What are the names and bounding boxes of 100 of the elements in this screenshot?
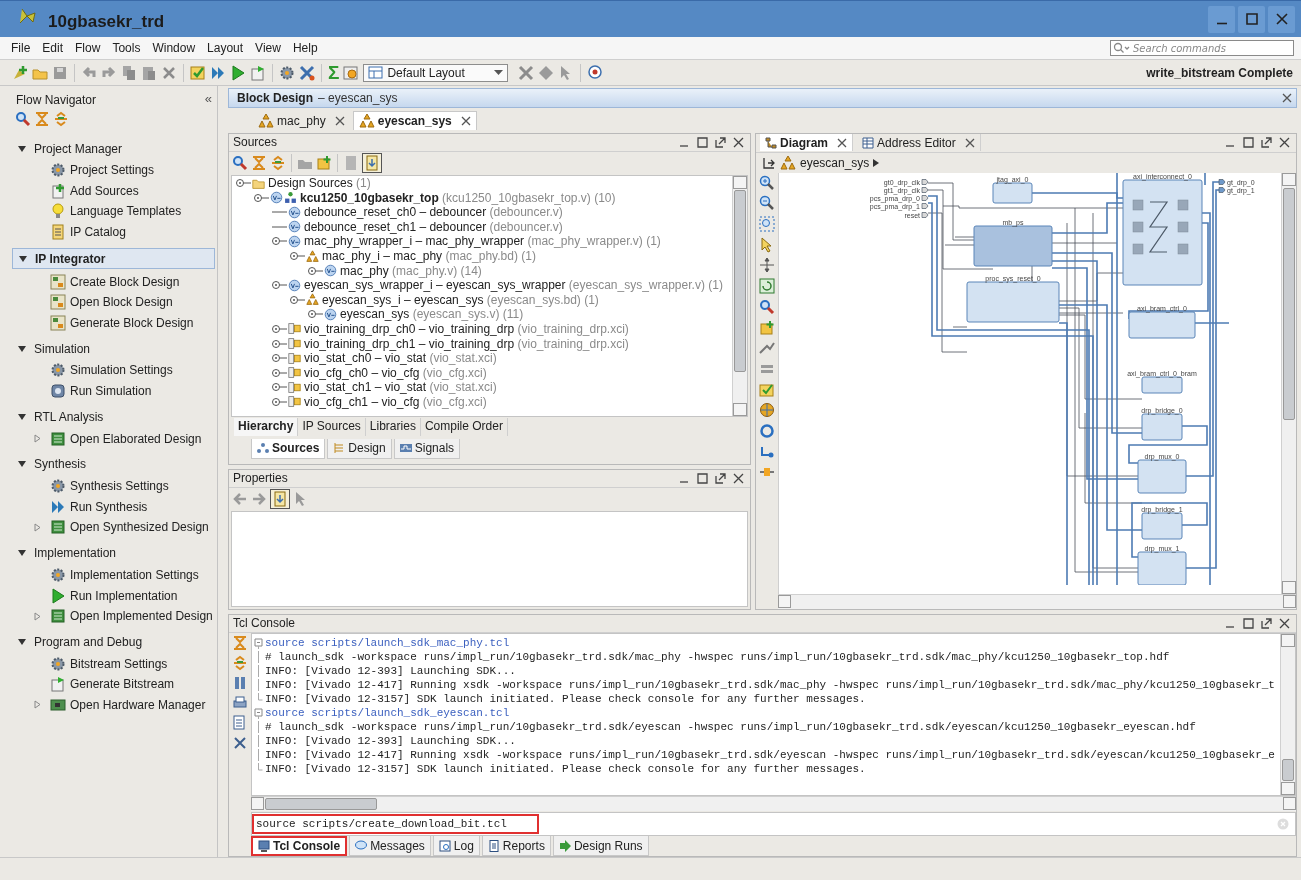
- scroll-button[interactable]: [1282, 172, 1296, 186]
- scroll-thumb[interactable]: [1283, 187, 1295, 420]
- crossed-tool-icon[interactable]: [518, 64, 535, 81]
- panel-tab[interactable]: Design: [327, 438, 392, 459]
- hierarchy-up-icon[interactable]: [762, 155, 776, 170]
- scroll-button[interactable]: [778, 594, 791, 608]
- ip-block[interactable]: [1141, 376, 1183, 394]
- close-icon[interactable]: [460, 115, 471, 126]
- collapse-toggle-icon[interactable]: [235, 177, 251, 190]
- tree-item[interactable]: vio_stat_ch1 – vio_stat (vio_stat.xci): [304, 380, 497, 395]
- copy-icon[interactable]: [121, 64, 137, 81]
- expand-all-icon[interactable]: [34, 111, 50, 127]
- diamond-icon[interactable]: [538, 64, 555, 81]
- expand-toggle-icon[interactable]: [271, 395, 287, 408]
- flow-navigator-item[interactable]: Simulation Settings: [70, 363, 173, 378]
- play-icon[interactable]: [230, 64, 246, 81]
- settings-icon[interactable]: [343, 64, 360, 81]
- console-tab[interactable]: Log: [432, 836, 480, 856]
- search-icon[interactable]: [759, 298, 775, 315]
- expand-toggle-icon[interactable]: [271, 337, 287, 350]
- flow-navigator-item[interactable]: Add Sources: [70, 183, 139, 198]
- close-icon[interactable]: [334, 115, 345, 126]
- expand-toggle-icon[interactable]: [271, 366, 287, 379]
- scrollbar[interactable]: [732, 175, 747, 416]
- collapse-toggle-icon[interactable]: [271, 279, 287, 292]
- menu-item[interactable]: Layout: [207, 41, 244, 55]
- close-icon[interactable]: [1282, 92, 1292, 103]
- pause-icon[interactable]: [232, 674, 248, 691]
- zoom-fit-icon[interactable]: [759, 216, 775, 233]
- tree-item[interactable]: kcu1250_10gbasekr_top (kcu1250_10gbasekr_top.v) (10): [300, 190, 616, 205]
- close-icon[interactable]: [733, 136, 744, 148]
- close-icon[interactable]: [1279, 137, 1290, 149]
- collapse-all-icon[interactable]: [53, 111, 69, 127]
- speech-bubble-icon[interactable]: [587, 64, 604, 81]
- collapse-toggle-icon[interactable]: [289, 250, 305, 262]
- section-header[interactable]: Project Manager: [12, 139, 215, 158]
- close-icon[interactable]: [964, 137, 975, 148]
- layout-dropdown[interactable]: Default Layout: [363, 63, 509, 82]
- breadcrumb-link[interactable]: eyescan_sys: [800, 155, 870, 170]
- tree-item[interactable]: debounce_reset_ch1 – debouncer (debouncer.v): [304, 219, 563, 234]
- flow-navigator-item[interactable]: Implementation Settings: [70, 568, 199, 582]
- ip-block[interactable]: [1122, 179, 1203, 286]
- float-icon[interactable]: [1261, 617, 1272, 629]
- command-input[interactable]: source scripts/create_download_bit.tcl: [252, 814, 539, 834]
- document-tab[interactable]: eyescan_sys: [352, 110, 477, 130]
- expand-arrow-icon[interactable]: [34, 700, 41, 710]
- add-ip-icon[interactable]: [759, 319, 775, 336]
- tree-item[interactable]: mac_phy_wrapper_i – mac_phy_wrapper (mac_phy_wrapper.v) (1): [304, 234, 661, 249]
- tree-item[interactable]: eyescan_sys_wrapper_i – eyescan_sys_wrapper (eyescan_sys_wrapper.v) (1): [304, 278, 723, 293]
- console-tab[interactable]: Reports: [481, 836, 551, 856]
- zoom-in-icon[interactable]: [759, 174, 775, 191]
- globe-icon[interactable]: [759, 402, 775, 419]
- view-tab[interactable]: Libraries: [365, 417, 421, 436]
- scroll-button[interactable]: [1281, 782, 1295, 795]
- collapse-all-icon[interactable]: [232, 654, 248, 671]
- toggle-button[interactable]: [362, 153, 382, 174]
- zoom-out-icon[interactable]: [759, 195, 775, 212]
- tree-item[interactable]: debounce_reset_ch0 – debouncer (debouncer.v): [304, 205, 563, 220]
- new-project-icon[interactable]: [12, 64, 28, 81]
- ip-block[interactable]: [1128, 311, 1196, 339]
- checklist-icon[interactable]: [190, 64, 206, 81]
- section-header[interactable]: Implementation: [12, 543, 215, 563]
- menu-item[interactable]: Edit: [42, 41, 64, 55]
- flow-navigator-item[interactable]: Open Elaborated Design: [70, 431, 202, 446]
- tree-item[interactable]: Design Sources (1): [268, 176, 371, 191]
- tree-item[interactable]: vio_stat_ch0 – vio_stat (vio_stat.xci): [304, 351, 497, 366]
- menu-item[interactable]: Help: [292, 41, 318, 55]
- tree-item[interactable]: mac_phy_i – mac_phy (mac_phy.bd) (1): [322, 249, 536, 263]
- ip-block[interactable]: [1141, 512, 1183, 540]
- view-tab[interactable]: Hierarchy: [234, 417, 299, 436]
- refresh-icon[interactable]: [759, 278, 775, 295]
- expand-all-icon[interactable]: [251, 155, 267, 172]
- delete-icon[interactable]: [161, 64, 177, 81]
- collapse-toggle-icon[interactable]: [253, 191, 269, 204]
- document-icon[interactable]: [232, 714, 248, 731]
- close-icon[interactable]: [733, 472, 744, 484]
- collapse-arrow-icon[interactable]: [18, 144, 26, 153]
- validate-icon[interactable]: [759, 381, 775, 398]
- scroll-button[interactable]: [251, 797, 264, 810]
- menu-item[interactable]: Window: [152, 41, 196, 55]
- tree-item[interactable]: vio_training_drp_ch1 – vio_training_drp (vio_training_drp.xci): [304, 336, 629, 351]
- collapse-all-icon[interactable]: [270, 155, 286, 172]
- expand-toggle-icon[interactable]: [271, 322, 287, 335]
- tree-item[interactable]: eyescan_sys_i – eyescan_sys (eyescan_sys.bd) (1): [322, 292, 599, 307]
- paste-icon[interactable]: [141, 64, 157, 81]
- scroll-thumb[interactable]: [265, 798, 377, 810]
- fold-icon[interactable]: [254, 707, 263, 720]
- maximize-icon[interactable]: [697, 136, 708, 148]
- expand-arrow-icon[interactable]: [34, 434, 41, 444]
- expand-toggle-icon[interactable]: [307, 264, 323, 277]
- expand-arrow-icon[interactable]: [34, 522, 41, 532]
- collapse-toggle-icon[interactable]: [271, 235, 287, 248]
- close-button[interactable]: [1268, 5, 1295, 33]
- search-icon[interactable]: [15, 111, 31, 127]
- add-ip-icon[interactable]: [316, 155, 332, 172]
- close-icon[interactable]: [1279, 617, 1290, 629]
- gear-icon[interactable]: [279, 64, 295, 81]
- panel-tab[interactable]: Address Editor: [857, 134, 981, 152]
- flow-navigator-item[interactable]: Run Simulation: [70, 384, 152, 399]
- panel-tab[interactable]: Sources: [251, 438, 326, 459]
